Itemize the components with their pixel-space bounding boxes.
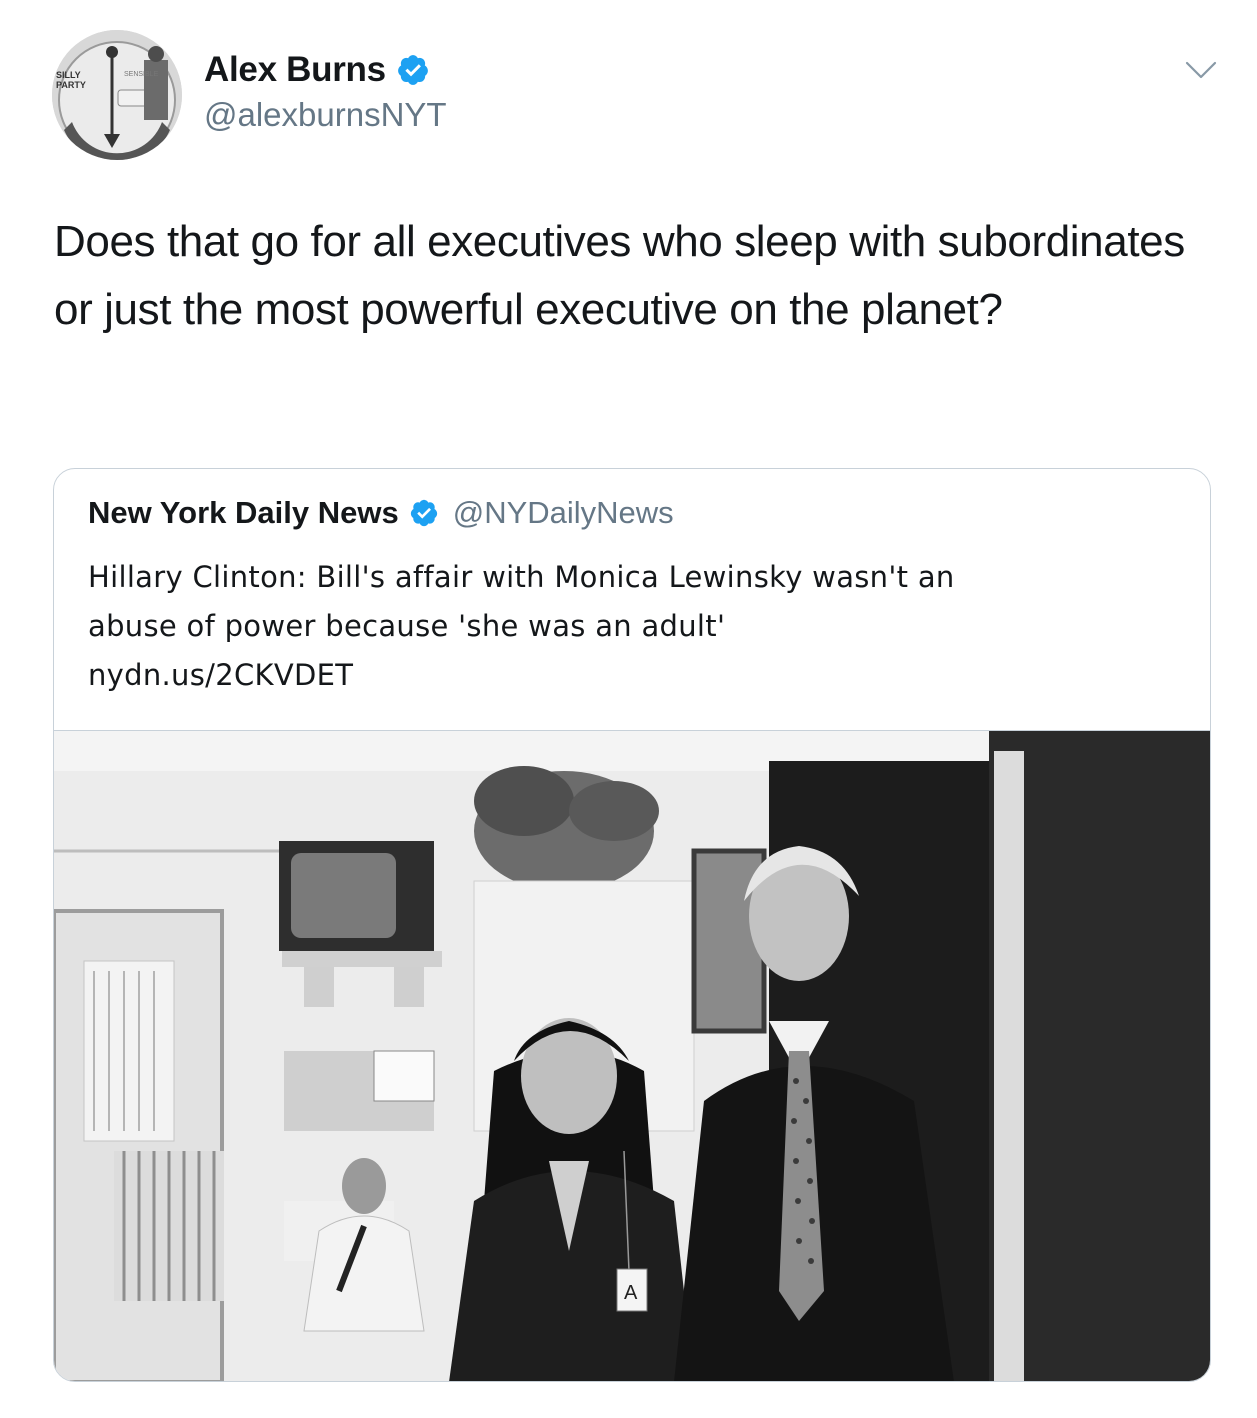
author-display-name[interactable]: Alex Burns xyxy=(204,50,386,90)
author-handle[interactable]: @alexburnsNYT xyxy=(204,96,447,134)
quoted-author-name: New York Daily News xyxy=(88,495,399,530)
quoted-author-handle: @NYDailyNews xyxy=(452,495,674,530)
verified-badge-icon xyxy=(410,499,437,527)
quoted-tweet-text-line: abuse of power because 'she was an adult… xyxy=(88,609,726,643)
author-name-row: Alex Burns xyxy=(204,50,430,90)
avatar-text-sensible: SENSIBLE xyxy=(124,71,159,78)
quoted-tweet-photo[interactable]: A xyxy=(54,730,1210,1381)
tweet: SILLY PARTY SENSIBLE Alex Burns @alexbur… xyxy=(0,0,1257,1418)
quoted-tweet-text: Hillary Clinton: Bill's affair with Moni… xyxy=(88,553,1178,700)
tweet-text: Does that go for all executives who slee… xyxy=(54,217,1185,334)
quoted-tweet-header: New York Daily News @NYDailyNews xyxy=(88,495,674,531)
quoted-tweet-text-line: Hillary Clinton: Bill's affair with Moni… xyxy=(88,560,955,594)
black-and-white-photo-icon: A xyxy=(54,731,1210,1381)
avatar-text-party: PARTY xyxy=(56,80,86,90)
author-avatar[interactable]: SILLY PARTY SENSIBLE xyxy=(52,30,182,160)
avatar-text-silly: SILLY xyxy=(56,70,81,80)
quoted-tweet-link[interactable]: nydn.us/2CKVDET xyxy=(88,651,1178,700)
chevron-down-icon[interactable] xyxy=(1184,58,1218,82)
quoted-tweet-card[interactable]: New York Daily News @NYDailyNews Hillary… xyxy=(53,468,1211,1382)
badge-letter: A xyxy=(624,1282,638,1304)
verified-badge-icon xyxy=(397,55,428,85)
dial-photo-avatar-icon: SILLY PARTY SENSIBLE xyxy=(52,30,182,160)
